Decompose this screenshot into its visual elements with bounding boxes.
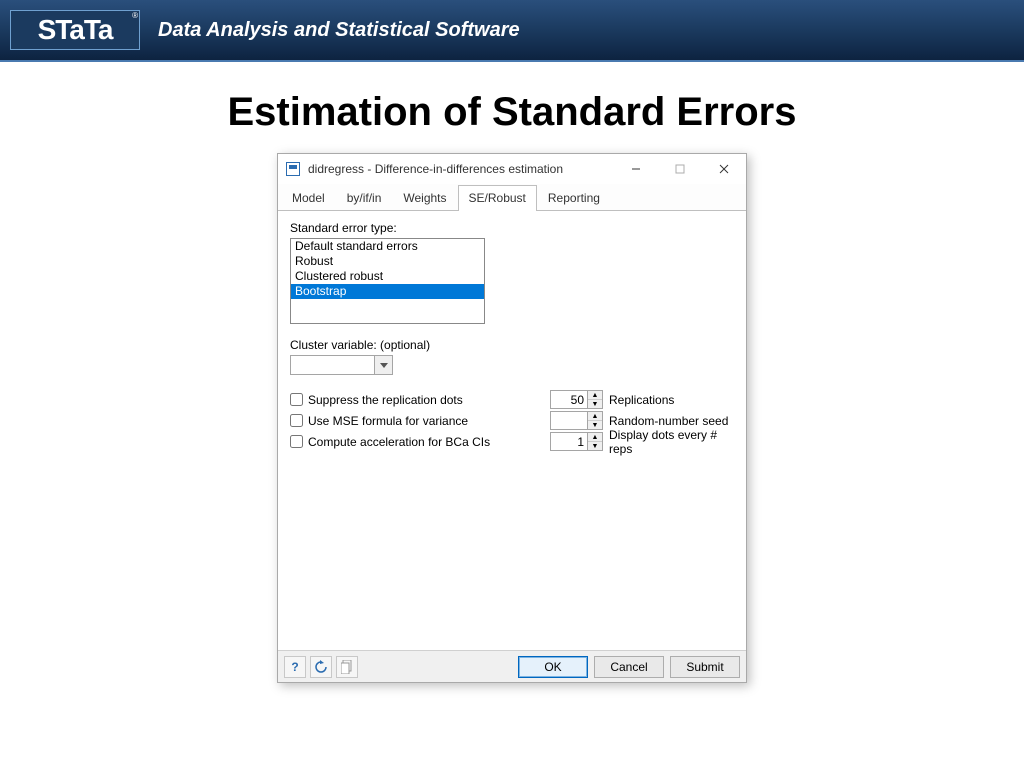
slide-title: Estimation of Standard Errors bbox=[0, 90, 1024, 135]
checkbox-mse-variance-input[interactable] bbox=[290, 414, 303, 427]
tab-by-if-in[interactable]: by/if/in bbox=[336, 185, 393, 211]
checkbox-bca-acceleration[interactable]: Compute acceleration for BCa CIs bbox=[290, 431, 550, 452]
seed-input[interactable] bbox=[550, 411, 588, 430]
reset-button[interactable] bbox=[310, 656, 332, 678]
tab-model[interactable]: Model bbox=[281, 185, 336, 211]
se-option-clustered[interactable]: Clustered robust bbox=[291, 269, 484, 284]
help-button[interactable]: ? bbox=[284, 656, 306, 678]
maximize-button[interactable] bbox=[658, 154, 702, 184]
se-option-robust[interactable]: Robust bbox=[291, 254, 484, 269]
dialog-titlebar: didregress - Difference-in-differences e… bbox=[278, 154, 746, 184]
checkbox-mse-variance[interactable]: Use MSE formula for variance bbox=[290, 410, 550, 431]
didregress-dialog: didregress - Difference-in-differences e… bbox=[277, 153, 747, 683]
seed-up[interactable]: ▲ bbox=[588, 412, 602, 421]
replications-input[interactable] bbox=[550, 390, 588, 409]
cluster-variable-label: Cluster variable: (optional) bbox=[290, 338, 734, 352]
seed-label: Random-number seed bbox=[609, 414, 728, 428]
se-option-bootstrap[interactable]: Bootstrap bbox=[291, 284, 484, 299]
stata-banner: STaTa ® Data Analysis and Statistical So… bbox=[0, 0, 1024, 62]
replications-down[interactable]: ▼ bbox=[588, 400, 602, 408]
ok-button[interactable]: OK bbox=[518, 656, 588, 678]
dialog-app-icon bbox=[286, 162, 300, 176]
seed-spinner[interactable]: ▲▼ bbox=[550, 411, 603, 430]
close-button[interactable] bbox=[702, 154, 746, 184]
checkbox-suppress-dots-input[interactable] bbox=[290, 393, 303, 406]
seed-down[interactable]: ▼ bbox=[588, 421, 602, 429]
copy-button[interactable] bbox=[336, 656, 358, 678]
dots-input[interactable] bbox=[550, 432, 588, 451]
tab-reporting[interactable]: Reporting bbox=[537, 185, 611, 211]
checkbox-bca-acceleration-input[interactable] bbox=[290, 435, 303, 448]
stata-logo: STaTa ® bbox=[10, 10, 140, 50]
checkbox-suppress-dots-label: Suppress the replication dots bbox=[308, 393, 463, 407]
dots-spinner[interactable]: ▲▼ bbox=[550, 432, 603, 451]
replications-label: Replications bbox=[609, 393, 674, 407]
se-option-default[interactable]: Default standard errors bbox=[291, 239, 484, 254]
tab-page-se-robust: Standard error type: Default standard er… bbox=[278, 210, 746, 650]
checkbox-bca-acceleration-label: Compute acceleration for BCa CIs bbox=[308, 435, 490, 449]
dialog-tabs: Model by/if/in Weights SE/Robust Reporti… bbox=[278, 184, 746, 210]
dialog-bottom-bar: ? OK Cancel Submit bbox=[278, 650, 746, 682]
checkbox-suppress-dots[interactable]: Suppress the replication dots bbox=[290, 389, 550, 410]
trademark-icon: ® bbox=[132, 11, 137, 20]
replications-spinner[interactable]: ▲▼ bbox=[550, 390, 603, 409]
dots-up[interactable]: ▲ bbox=[588, 433, 602, 442]
copy-icon bbox=[341, 660, 353, 674]
dots-label: Display dots every # reps bbox=[609, 428, 734, 456]
cluster-variable-combo[interactable] bbox=[290, 355, 734, 375]
se-type-label: Standard error type: bbox=[290, 221, 734, 235]
chevron-down-icon bbox=[380, 363, 388, 368]
refresh-icon bbox=[314, 660, 328, 674]
dots-down[interactable]: ▼ bbox=[588, 442, 602, 450]
cluster-dropdown-button[interactable] bbox=[375, 355, 393, 375]
se-type-listbox[interactable]: Default standard errors Robust Clustered… bbox=[290, 238, 485, 324]
tab-weights[interactable]: Weights bbox=[392, 185, 457, 211]
help-icon: ? bbox=[291, 660, 298, 674]
checkbox-mse-variance-label: Use MSE formula for variance bbox=[308, 414, 468, 428]
replications-up[interactable]: ▲ bbox=[588, 391, 602, 400]
tab-se-robust[interactable]: SE/Robust bbox=[458, 185, 537, 211]
minimize-button[interactable] bbox=[614, 154, 658, 184]
submit-button[interactable]: Submit bbox=[670, 656, 740, 678]
cluster-variable-input[interactable] bbox=[290, 355, 375, 375]
banner-tagline: Data Analysis and Statistical Software bbox=[158, 19, 520, 42]
cancel-button[interactable]: Cancel bbox=[594, 656, 664, 678]
dialog-title: didregress - Difference-in-differences e… bbox=[308, 162, 614, 176]
logo-text: STaTa bbox=[38, 14, 113, 46]
